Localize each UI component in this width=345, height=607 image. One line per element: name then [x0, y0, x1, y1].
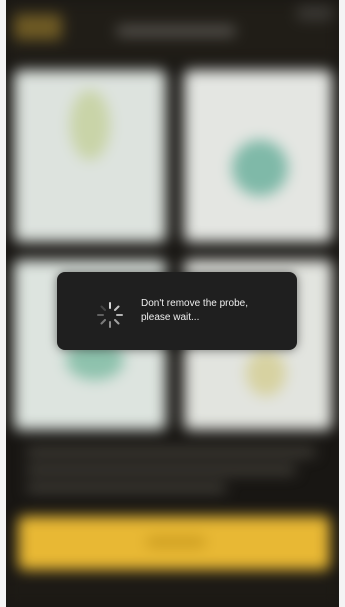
- bottom-bar: [6, 573, 339, 607]
- status-indicator: [297, 6, 333, 20]
- loading-dialog: Don't remove the probe, please wait...: [57, 272, 297, 350]
- instruction-text: [26, 448, 316, 456]
- loading-message-line2: please wait...: [141, 312, 200, 323]
- loading-message: Don't remove the probe, please wait...: [141, 297, 291, 325]
- top-bar: [6, 0, 339, 62]
- primary-button-label: [146, 537, 206, 547]
- back-button[interactable]: [14, 14, 62, 40]
- spinner-icon: [97, 302, 123, 328]
- instruction-text: [26, 484, 226, 492]
- loading-message-line1: Don't remove the probe,: [141, 298, 248, 309]
- instruction-text: [26, 466, 296, 474]
- page-title: [116, 26, 236, 36]
- card-illustration: [70, 90, 110, 160]
- card-illustration: [232, 140, 288, 196]
- app-screen: Don't remove the probe, please wait...: [6, 0, 339, 607]
- card-illustration: [246, 350, 286, 396]
